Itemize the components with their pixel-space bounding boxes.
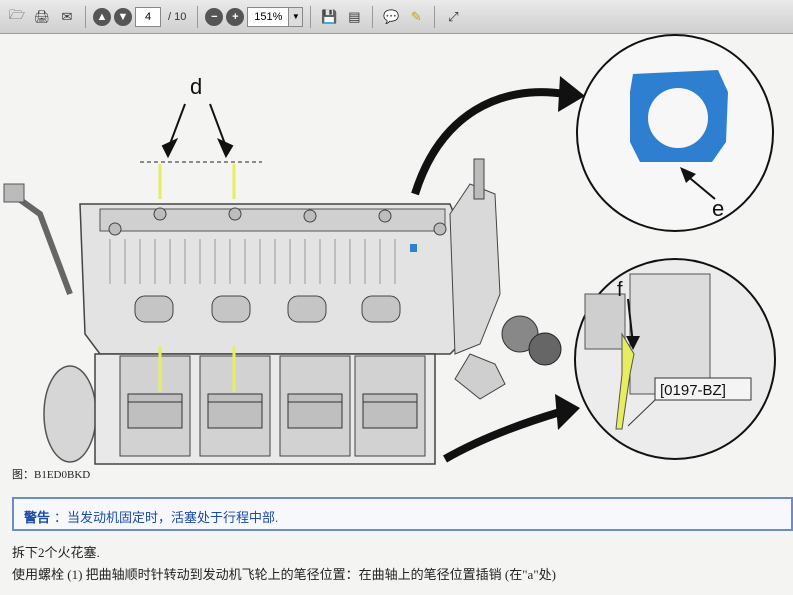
next-page-button[interactable]: ▼ bbox=[114, 7, 132, 26]
zoom-select[interactable]: 151% ▼ bbox=[247, 6, 304, 27]
callout-arrow-top bbox=[411, 88, 566, 196]
toolbar-divider bbox=[372, 5, 374, 28]
save-icon[interactable]: 💾 bbox=[318, 6, 340, 28]
label-d: d bbox=[190, 74, 202, 99]
chevron-down-icon[interactable]: ▼ bbox=[288, 7, 303, 26]
warning-title: 警告 bbox=[24, 510, 51, 525]
engine-illustration bbox=[3, 158, 562, 465]
email-icon[interactable]: ✉ bbox=[56, 6, 78, 28]
annotate-icon[interactable]: ✎ bbox=[405, 6, 427, 28]
toolbar-divider bbox=[434, 5, 436, 28]
open-folder-icon[interactable]: 🗁 bbox=[6, 6, 28, 28]
toolbar-divider bbox=[310, 5, 312, 28]
document-page: d e f [0197-BZ] 图：B1ED0BKD 警告 ：当发动机固定时，活… bbox=[0, 34, 793, 595]
label-f: f bbox=[617, 279, 623, 301]
page-total-label: / 10 bbox=[168, 10, 187, 23]
zoom-in-button[interactable]: + bbox=[226, 7, 245, 26]
comment-icon[interactable]: 💬 bbox=[380, 6, 402, 28]
toolbar-divider bbox=[85, 5, 86, 28]
page-number-input[interactable]: 4 bbox=[135, 6, 161, 27]
tool-code-label: [0197-BZ] bbox=[660, 382, 726, 399]
previous-page-button[interactable]: ▲ bbox=[93, 7, 111, 26]
engine-figure: d e f [0197-BZ] bbox=[3, 34, 776, 465]
zoom-out-button[interactable]: − bbox=[205, 7, 224, 26]
label-e: e bbox=[712, 196, 724, 221]
toolbar-divider bbox=[197, 5, 199, 28]
fit-page-icon[interactable]: ▤ bbox=[343, 6, 365, 28]
figure-caption: 图：B1ED0BKD bbox=[12, 469, 91, 481]
pdf-toolbar: 🗁 🖨 ✉ ▲ ▼ 4 / 10 − + 151% ▼ 💾 ▤ 💬 ✎ ⤢ bbox=[0, 0, 793, 34]
callout-arrow-bottom bbox=[443, 408, 562, 463]
fullscreen-icon[interactable]: ⤢ bbox=[442, 6, 464, 28]
warning-box: 警告 ：当发动机固定时，活塞处于行程中部. bbox=[12, 497, 793, 531]
print-icon[interactable]: 🖨 bbox=[31, 6, 53, 28]
warning-text: ：当发动机固定时，活塞处于行程中部. bbox=[54, 510, 279, 525]
instruction-step-1: 拆下2个火花塞. bbox=[12, 545, 100, 560]
instruction-step-2: 使用螺栓 (1) 把曲轴顺时针转动到发动机飞轮上的笔径位置：在曲轴上的笔径位置插… bbox=[12, 567, 556, 582]
zoom-value: 151% bbox=[254, 10, 283, 23]
